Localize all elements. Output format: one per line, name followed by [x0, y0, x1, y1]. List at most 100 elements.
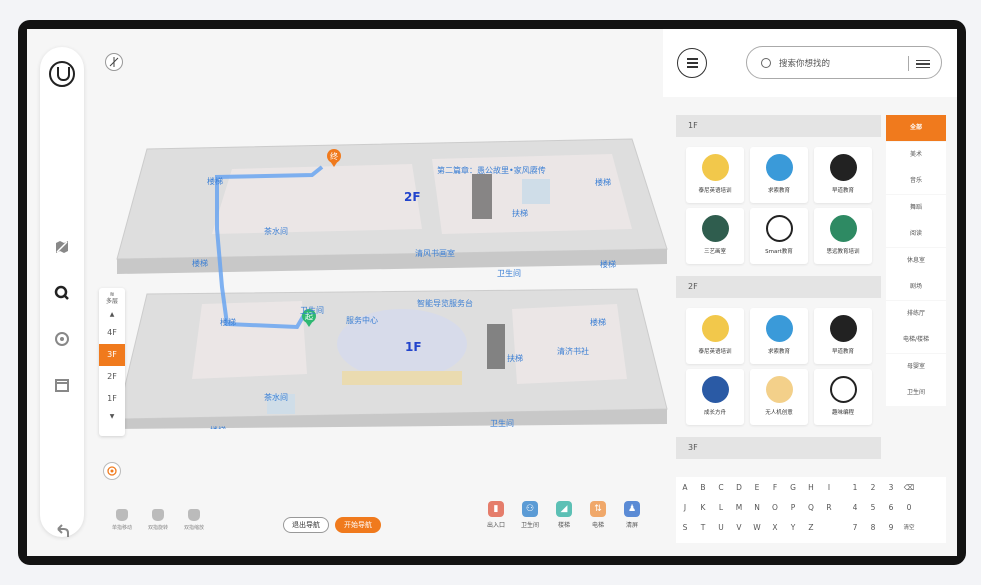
key[interactable]: C: [712, 483, 730, 492]
key[interactable]: A: [676, 483, 694, 492]
floor-header-2f[interactable]: 2F: [676, 276, 881, 298]
floor-2f[interactable]: 2F: [99, 366, 125, 388]
menu-button[interactable]: [677, 48, 707, 78]
category-item[interactable]: 母婴室: [886, 353, 946, 380]
indoor-map[interactable]: 终 起 第二篇章：愚公故里•家风赓传 2F 楼梯 楼梯 楼梯 楼梯 茶水间 清风…: [112, 109, 672, 429]
hand-icon: [188, 509, 200, 521]
floor-down-icon[interactable]: ▼: [99, 410, 125, 424]
poi-card[interactable]: 求索教育: [750, 308, 808, 364]
key[interactable]: 清空: [900, 523, 918, 531]
key[interactable]: S: [676, 523, 694, 532]
key[interactable]: 3: [882, 483, 900, 492]
key[interactable]: K: [694, 503, 712, 512]
category-item[interactable]: 电梯/楼梯: [886, 327, 946, 353]
back-icon[interactable]: [54, 523, 70, 539]
poi-card[interactable]: 泰尼英语培训: [686, 308, 744, 364]
key[interactable]: I: [820, 483, 838, 492]
floor-3f[interactable]: 3F: [99, 344, 125, 366]
key[interactable]: ⌫: [900, 483, 918, 492]
key[interactable]: V: [730, 523, 748, 532]
poi-card[interactable]: 思远教育培训: [814, 208, 872, 264]
key[interactable]: Q: [802, 503, 820, 512]
key[interactable]: N: [748, 503, 766, 512]
legend-clear[interactable]: ♟ 清屏: [617, 501, 647, 529]
pin-icon[interactable]: [54, 331, 70, 347]
key[interactable]: W: [748, 523, 766, 532]
key[interactable]: X: [766, 523, 784, 532]
key[interactable]: 2: [864, 483, 882, 492]
poi-card[interactable]: 泰尼英语培训: [686, 147, 744, 203]
search-location-icon[interactable]: [54, 285, 70, 301]
key[interactable]: T: [694, 523, 712, 532]
category-item[interactable]: 排练厅: [886, 300, 946, 327]
search-input[interactable]: 搜索你想找的: [779, 57, 830, 69]
legend-elevator[interactable]: ⇅ 电梯: [583, 501, 613, 529]
key[interactable]: 8: [864, 523, 882, 532]
poi-card[interactable]: 早道教育: [814, 308, 872, 364]
key[interactable]: P: [784, 503, 802, 512]
key[interactable]: F: [766, 483, 784, 492]
key[interactable]: 6: [882, 503, 900, 512]
map-label: 茶水间: [264, 392, 288, 402]
key[interactable]: U: [712, 523, 730, 532]
key[interactable]: G: [784, 483, 802, 492]
poi-card[interactable]: 无人机创意: [750, 369, 808, 425]
category-item[interactable]: 阅读: [886, 221, 946, 247]
category-item[interactable]: 剧场: [886, 274, 946, 300]
key[interactable]: H: [802, 483, 820, 492]
key[interactable]: 5: [864, 503, 882, 512]
search-box[interactable]: 搜索你想找的: [746, 46, 942, 79]
locate-icon[interactable]: [103, 462, 121, 480]
key[interactable]: 7: [846, 523, 864, 532]
compass-icon[interactable]: [105, 53, 123, 71]
poi-grid-1f: 泰尼英语培训 求索教育 早道教育 三艺画室 Smart教育 思远教育培训: [676, 147, 881, 264]
menu-line: [687, 58, 698, 60]
legend-label: 电梯: [591, 522, 604, 529]
key[interactable]: D: [730, 483, 748, 492]
key[interactable]: 9: [882, 523, 900, 532]
key[interactable]: 0: [900, 503, 918, 512]
poi-card[interactable]: 成长方舟: [686, 369, 744, 425]
key[interactable]: M: [730, 503, 748, 512]
key[interactable]: Y: [784, 523, 802, 532]
key[interactable]: E: [748, 483, 766, 492]
legend-toilet[interactable]: ⚇ 卫生间: [515, 501, 545, 529]
poi-card[interactable]: 求索教育: [750, 147, 808, 203]
floor-list: 1F 泰尼英语培训 求索教育 早道教育 三艺画室 Smart教育 思远教育培训 …: [676, 115, 881, 469]
legend-entrance[interactable]: ▮ 出入口: [481, 501, 511, 529]
gesture-rotate: 双指旋转: [143, 509, 173, 531]
key[interactable]: R: [820, 503, 838, 512]
layers-icon[interactable]: ≋ 多层: [99, 288, 125, 308]
key[interactable]: Z: [802, 523, 820, 532]
category-item[interactable]: 卫生间: [886, 380, 946, 406]
key[interactable]: 4: [846, 503, 864, 512]
key[interactable]: L: [712, 503, 730, 512]
key[interactable]: B: [694, 483, 712, 492]
map-label: 卫生间: [490, 418, 514, 428]
poi-card[interactable]: 早道教育: [814, 147, 872, 203]
map-icon[interactable]: [54, 239, 70, 255]
floor-up-icon[interactable]: ▲: [99, 308, 125, 322]
gesture-single-move: 单指移动: [107, 509, 137, 531]
poi-card[interactable]: 趣味编程: [814, 369, 872, 425]
filter-icon[interactable]: [916, 57, 930, 69]
category-item[interactable]: 舞蹈: [886, 194, 946, 221]
legend-stairs[interactable]: ◢ 楼梯: [549, 501, 579, 529]
floor-header-3f[interactable]: 3F: [676, 437, 881, 459]
category-item[interactable]: 美术: [886, 141, 946, 168]
key[interactable]: J: [676, 503, 694, 512]
poi-card[interactable]: 三艺画室: [686, 208, 744, 264]
poi-card[interactable]: Smart教育: [750, 208, 808, 264]
key[interactable]: O: [766, 503, 784, 512]
floor-1f[interactable]: 1F: [99, 388, 125, 410]
category-item[interactable]: 音乐: [886, 168, 946, 194]
category-item[interactable]: 休息室: [886, 247, 946, 274]
category-item[interactable]: 全部: [886, 115, 946, 141]
legend-label: 清屏: [625, 522, 638, 529]
key[interactable]: 1: [846, 483, 864, 492]
calendar-icon[interactable]: [54, 377, 70, 393]
floor-header-1f[interactable]: 1F: [676, 115, 881, 137]
start-navigation-button[interactable]: 开始导航: [335, 517, 381, 533]
floor-4f[interactable]: 4F: [99, 322, 125, 344]
exit-navigation-button[interactable]: 退出导航: [283, 517, 329, 533]
